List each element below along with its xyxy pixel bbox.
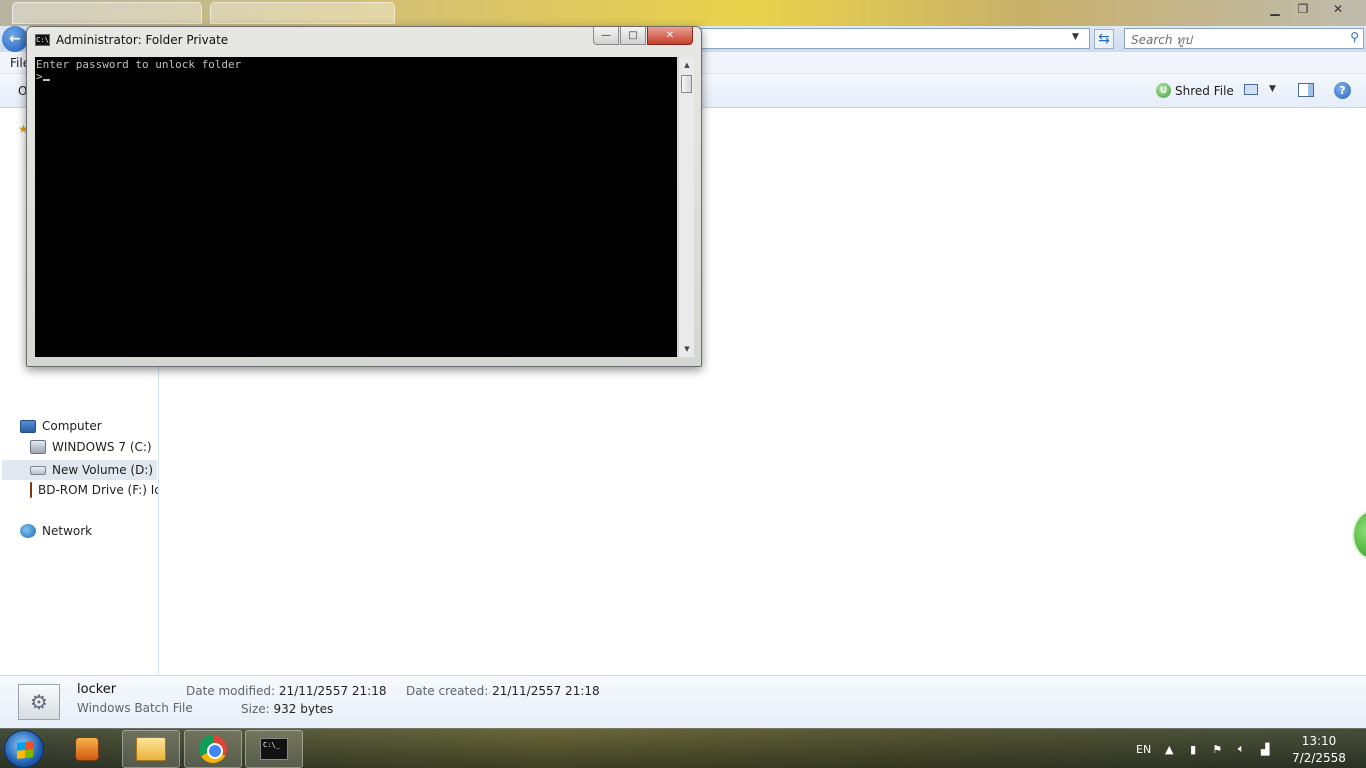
drive-icon <box>30 440 46 454</box>
nav-network[interactable]: Network <box>20 524 92 538</box>
date-created: Date created: 21/11/2557 21:18 <box>406 684 600 698</box>
taskbar-chrome[interactable] <box>184 730 242 768</box>
chevron-down-icon[interactable]: ▼ <box>1269 84 1276 94</box>
taskbar-cmd[interactable]: C:\_ <box>245 730 303 768</box>
chevron-down-icon[interactable]: ▼ <box>1072 32 1079 42</box>
text-cursor <box>42 79 50 81</box>
scroll-thumb[interactable] <box>681 75 692 93</box>
windows-logo-icon <box>17 741 33 759</box>
background-tab[interactable] <box>12 2 202 24</box>
clock-time: 13:10 <box>1301 734 1337 748</box>
network-icon <box>20 524 36 538</box>
minimize-icon[interactable]: ▁ <box>1262 0 1288 18</box>
size-label: Size: <box>241 702 270 716</box>
cmd-titlebar[interactable]: C:\ Administrator: Folder Private <box>35 33 228 47</box>
scroll-down-icon[interactable]: ▼ <box>679 341 695 357</box>
nav-drive-c-label: WINDOWS 7 (C:) <box>52 440 152 454</box>
nav-computer-label: Computer <box>42 419 102 433</box>
restore-icon[interactable]: ❐ <box>1290 0 1316 18</box>
help-icon[interactable]: ? <box>1334 82 1351 99</box>
start-button[interactable] <box>4 730 44 768</box>
console-prompt: > <box>36 70 43 83</box>
view-options-icon[interactable] <box>1244 84 1258 95</box>
nav-drive-d[interactable]: New Volume (D:) <box>2 460 157 480</box>
volume-icon[interactable]: 🔈︎ <box>1235 742 1247 756</box>
clock-date: 7/2/2558 <box>1292 751 1346 765</box>
console-output[interactable]: Enter password to unlock folder > <box>35 57 677 357</box>
chrome-icon <box>199 735 227 763</box>
green-orb-icon[interactable] <box>1352 510 1366 560</box>
close-button[interactable]: ✕ <box>647 27 693 45</box>
drive-icon <box>30 465 46 475</box>
minimize-button[interactable]: — <box>593 27 619 45</box>
nav-drive-c[interactable]: WINDOWS 7 (C:) <box>30 440 152 454</box>
date-modified-label: Date modified: <box>186 684 276 698</box>
shred-icon: U <box>1156 83 1171 98</box>
taskbar-explorer[interactable] <box>122 730 180 768</box>
cmd-icon: C:\_ <box>260 738 288 760</box>
file-size: Size: 932 bytes <box>241 702 333 716</box>
batch-file-icon: ⚙ <box>18 684 60 720</box>
background-tab[interactable] <box>210 2 395 24</box>
system-tray: EN ▲ ▮ ⚑ 🔈︎ ▟ <box>1136 729 1271 768</box>
nav-drive-d-label: New Volume (D:) <box>52 463 154 477</box>
file-name: locker <box>77 682 117 697</box>
show-hidden-icons-icon[interactable]: ▲ <box>1163 743 1175 756</box>
details-pane: ⚙ locker Windows Batch File Date modifie… <box>0 675 1366 728</box>
preview-pane-icon[interactable] <box>1298 83 1314 97</box>
nav-drive-f[interactable]: BD-ROM Drive (F:) Ic <box>30 482 158 498</box>
clock[interactable]: 13:10 7/2/2558 <box>1286 733 1352 767</box>
back-arrow-icon[interactable]: ← <box>2 26 28 52</box>
cmd-icon: C:\ <box>35 34 50 46</box>
shred-file-label: Shred File <box>1175 83 1234 98</box>
language-indicator[interactable]: EN <box>1136 743 1151 756</box>
console-scrollbar[interactable]: ▲ ▼ <box>678 57 694 357</box>
close-icon[interactable]: ✕ <box>1318 0 1358 18</box>
date-modified-value: 21/11/2557 21:18 <box>278 684 387 698</box>
cmd-title: Administrator: Folder Private <box>56 33 229 47</box>
background-window-controls: ▁ ❐ ✕ <box>1262 0 1358 18</box>
computer-icon <box>20 419 36 433</box>
date-modified: Date modified: 21/11/2557 21:18 <box>186 684 386 698</box>
network-signal-icon[interactable]: ▟ <box>1259 743 1271 756</box>
search-placeholder: Search ทูป <box>1131 33 1192 47</box>
taskbar-media-player[interactable] <box>58 730 116 768</box>
nav-drive-f-label: BD-ROM Drive (F:) Ic <box>38 483 158 497</box>
folder-icon <box>136 737 166 761</box>
file-type: Windows Batch File <box>77 701 193 715</box>
shred-file-button[interactable]: U Shred File <box>1156 83 1234 98</box>
cmd-window[interactable]: C:\ Administrator: Folder Private — □ ✕ … <box>26 26 702 367</box>
bd-rom-icon <box>30 482 32 498</box>
background-window-titlebar: ▁ ❐ ✕ <box>0 0 1366 26</box>
size-value: 932 bytes <box>273 702 334 716</box>
refresh-icon[interactable]: ⇆ <box>1094 29 1114 49</box>
date-created-value: 21/11/2557 21:18 <box>492 684 600 698</box>
search-input[interactable]: Search ทูป ⚲ <box>1124 28 1364 49</box>
taskbar: C:\_ EN ▲ ▮ ⚑ 🔈︎ ▟ 13:10 7/2/2558 <box>0 728 1366 768</box>
media-player-icon <box>75 737 99 761</box>
date-created-label: Date created: <box>406 684 489 698</box>
maximize-button[interactable]: □ <box>620 27 646 45</box>
nav-computer[interactable]: Computer <box>20 419 102 433</box>
scroll-up-icon[interactable]: ▲ <box>679 57 695 73</box>
console-line: Enter password to unlock folder <box>36 58 242 71</box>
nav-network-label: Network <box>42 524 93 538</box>
cmd-window-controls: — □ ✕ <box>593 27 693 45</box>
action-center-flag-icon[interactable]: ⚑ <box>1211 743 1223 756</box>
search-icon[interactable]: ⚲ <box>1350 30 1359 44</box>
battery-icon[interactable]: ▮ <box>1187 743 1199 756</box>
